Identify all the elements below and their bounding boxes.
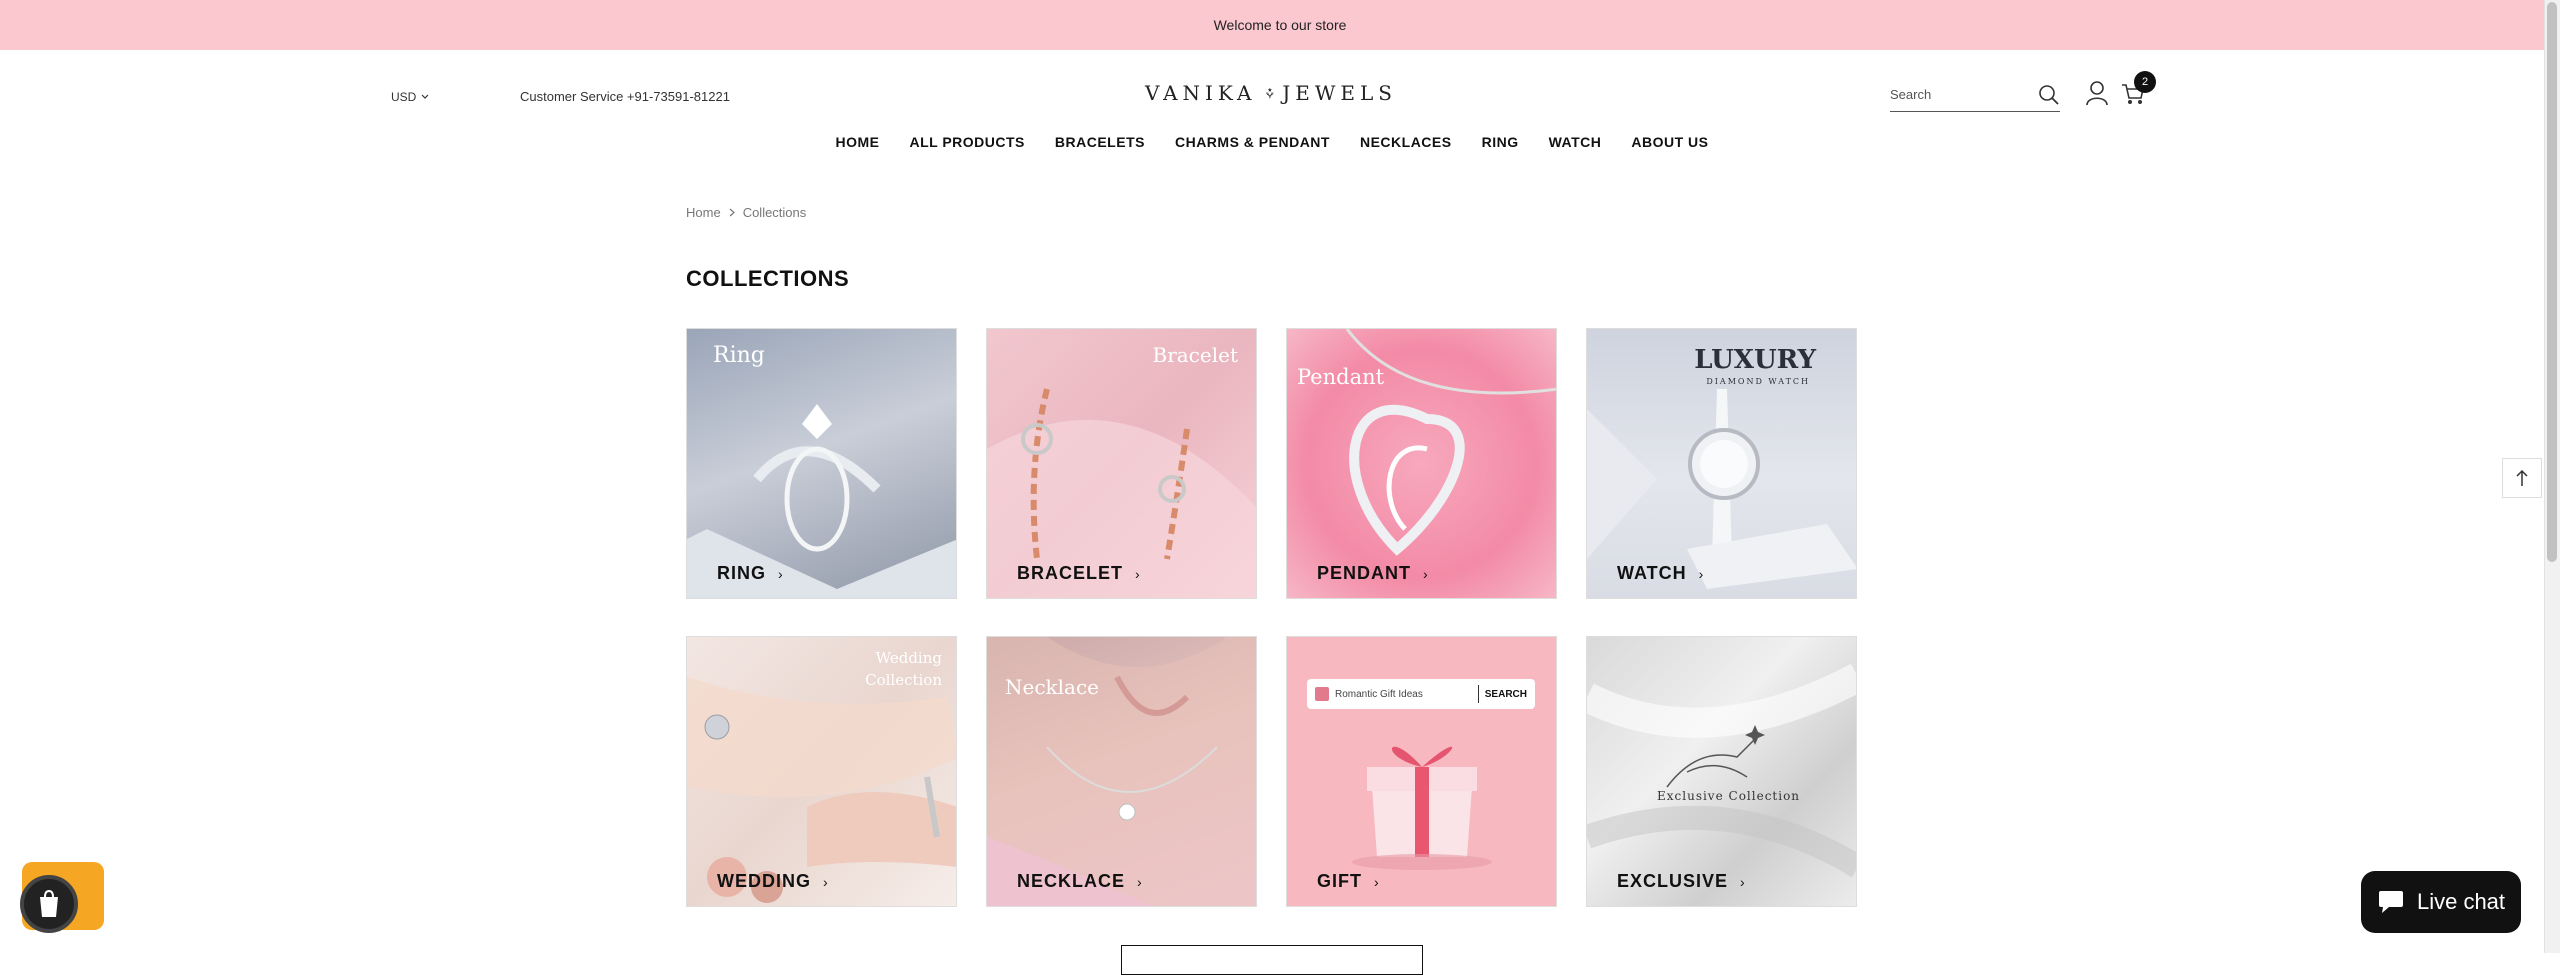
chevron-right-icon: › <box>823 873 829 890</box>
collection-tile-bracelet[interactable]: Bracelet BRACELET › <box>986 328 1257 599</box>
nav-all-products[interactable]: ALL PRODUCTS <box>909 134 1024 150</box>
tile-photo-text: Bracelet <box>1152 343 1239 367</box>
tile-label: GIFT <box>1317 871 1362 891</box>
nav-necklaces[interactable]: NECKLACES <box>1360 134 1452 150</box>
tile-link: GIFT › <box>1317 871 1380 892</box>
chevron-right-icon: › <box>1374 873 1380 890</box>
collection-tile-pendant[interactable]: Pendant PENDANT › <box>1286 328 1557 599</box>
bracelet-photo <box>987 388 1256 598</box>
cart-count-badge: 2 <box>2134 71 2156 93</box>
shopify-bag-icon[interactable] <box>20 875 78 933</box>
tile-photo-subtext: Collection <box>865 671 942 689</box>
site-header: USD Customer Service +91-73591-81221 VAN… <box>0 50 2544 170</box>
store-logo[interactable]: VANIKA JEWELS <box>1145 68 1397 118</box>
currency-selector[interactable]: USD <box>391 90 429 104</box>
tile-label: RING <box>717 563 766 583</box>
tile-link: PENDANT › <box>1317 563 1429 584</box>
collection-tile-watch[interactable]: LUXURY DIAMOND WATCH WATCH › <box>1586 328 1857 599</box>
exclusive-photo <box>1587 663 1856 878</box>
collection-tile-exclusive[interactable]: Exclusive Collection EXCLUSIVE › <box>1586 636 1857 907</box>
customer-service-text: Customer Service +91-73591-81221 <box>520 89 730 104</box>
nav-home[interactable]: HOME <box>835 134 879 150</box>
logo-text-left: VANIKA <box>1145 81 1257 105</box>
gift-box-photo <box>1352 746 1492 870</box>
live-chat-button[interactable]: Live chat <box>2361 871 2521 933</box>
tile-label: PENDANT <box>1317 563 1412 583</box>
nav-ring[interactable]: RING <box>1482 134 1519 150</box>
nav-about-us[interactable]: ABOUT US <box>1631 134 1708 150</box>
chevron-right-icon: › <box>1740 873 1746 890</box>
chevron-right-icon: › <box>1698 565 1705 582</box>
tile-label: BRACELET <box>1017 563 1123 583</box>
tile-photo-text: Exclusive Collection <box>1657 789 1801 803</box>
tile-link: WEDDING › <box>717 871 829 892</box>
breadcrumb-home[interactable]: Home <box>686 205 721 220</box>
search-icon[interactable] <box>2038 84 2060 106</box>
tile-link: WATCH › <box>1617 563 1704 584</box>
account-icon[interactable] <box>2084 80 2110 106</box>
tile-photo-text: LUXURY <box>1694 345 1816 375</box>
search-input[interactable]: Search <box>1890 78 2060 112</box>
chevron-down-icon <box>421 94 429 99</box>
chat-bubble-icon <box>2378 891 2403 913</box>
tile-photo-text: Wedding <box>875 649 942 667</box>
chevron-right-icon: › <box>1423 565 1429 582</box>
tile-label: WEDDING <box>717 871 811 891</box>
tile-photo-subtext: DIAMOND WATCH <box>1706 377 1810 386</box>
collection-tile-ring[interactable]: Ring RING › <box>686 328 957 599</box>
live-chat-label: Live chat <box>2416 889 2506 914</box>
arrow-up-icon <box>2516 469 2528 486</box>
tile-label: WATCH <box>1617 563 1687 583</box>
tile-photo-text: Pendant <box>1297 365 1385 389</box>
collection-tile-necklace[interactable]: Necklace NECKLACE › <box>986 636 1257 907</box>
logo-emblem-icon <box>1265 87 1273 99</box>
collection-tile-gift[interactable]: Romantic Gift Ideas SEARCH GIFT › <box>1286 636 1557 907</box>
tile-link: EXCLUSIVE › <box>1617 871 1746 892</box>
nav-charms-pendant[interactable]: CHARMS & PENDANT <box>1175 134 1330 150</box>
currency-label: USD <box>391 90 417 104</box>
collection-tile-wedding[interactable]: Wedding Collection WEDDING › <box>686 636 957 907</box>
chevron-right-icon: › <box>1137 873 1143 890</box>
search-placeholder: Search <box>1890 87 1932 102</box>
main-navigation: HOME ALL PRODUCTS BRACELETS CHARMS & PEN… <box>0 134 2544 150</box>
ring-photo <box>687 404 956 598</box>
page-scrollbar[interactable] <box>2544 0 2560 953</box>
nav-watch[interactable]: WATCH <box>1549 134 1602 150</box>
announcement-text: Welcome to our store <box>1213 17 1347 33</box>
announcement-bar: Welcome to our store <box>0 0 2560 50</box>
breadcrumb: Home Collections <box>686 205 806 220</box>
tile-photo-text: Necklace <box>1005 675 1100 699</box>
scrollbar-thumb[interactable] <box>2547 2 2557 562</box>
tile-photo-text: Ring <box>713 343 765 368</box>
nav-bracelets[interactable]: BRACELETS <box>1055 134 1145 150</box>
page-title: COLLECTIONS <box>686 266 850 291</box>
back-to-top-button[interactable] <box>2502 458 2542 498</box>
tile-label: NECKLACE <box>1017 871 1126 891</box>
chevron-right-icon: › <box>1135 565 1141 582</box>
load-more-button[interactable] <box>1121 945 1423 975</box>
chevron-right-icon: › <box>778 565 784 582</box>
chevron-right-icon <box>729 208 735 217</box>
breadcrumb-current: Collections <box>742 205 807 220</box>
tile-label: EXCLUSIVE <box>1617 871 1729 891</box>
logo-text-right: JEWELS <box>1282 81 1397 105</box>
tile-link: NECKLACE › <box>1017 871 1143 892</box>
tile-link: RING › <box>717 563 784 584</box>
tile-link: BRACELET › <box>1017 563 1141 584</box>
